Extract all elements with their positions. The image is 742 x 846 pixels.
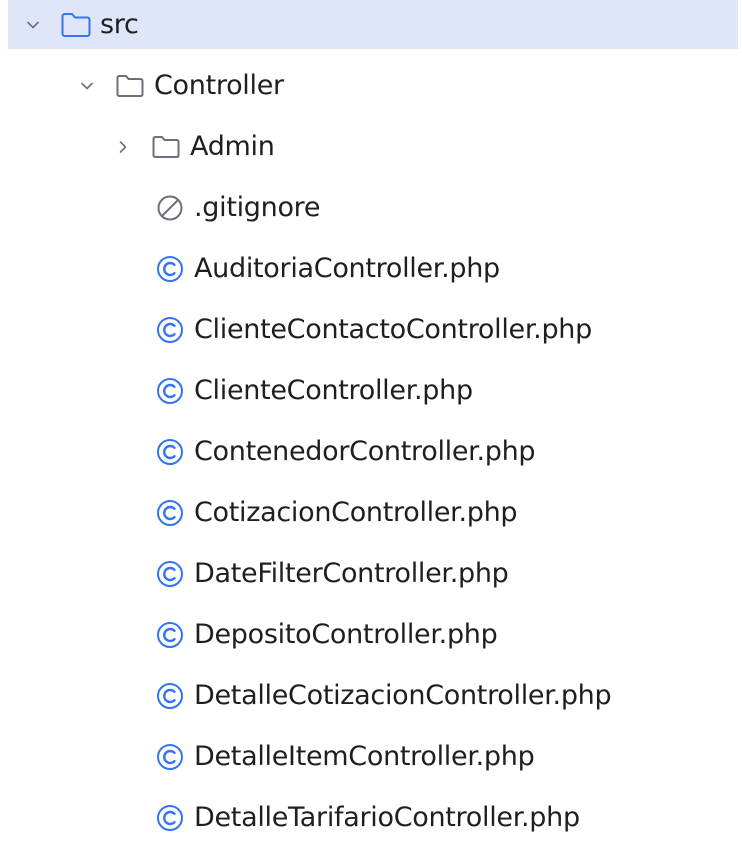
tree-node-admin[interactable]: Admin: [8, 122, 738, 171]
tree-file[interactable]: ClienteContactoController.php: [8, 305, 738, 354]
folder-icon: [114, 70, 146, 102]
tree-file-gitignore[interactable]: .gitignore: [8, 183, 738, 232]
php-class-icon: [154, 253, 186, 285]
tree-node-label: Controller: [154, 69, 284, 101]
tree-file[interactable]: ClienteController.php: [8, 366, 738, 415]
tree-file-label: DetalleCotizacionController.php: [194, 679, 612, 711]
tree-file-label: ClienteContactoController.php: [194, 313, 592, 345]
php-class-icon: [154, 497, 186, 529]
project-tree: src Controller Admin .gitignore Auditori…: [0, 0, 742, 846]
tree-node-label: Admin: [190, 130, 275, 162]
php-class-icon: [154, 436, 186, 468]
ignored-file-icon: [154, 192, 186, 224]
tree-file[interactable]: DetalleItemController.php: [8, 732, 738, 781]
php-class-icon: [154, 558, 186, 590]
tree-node-label: src: [100, 8, 139, 40]
tree-file[interactable]: ContenedorController.php: [8, 427, 738, 476]
tree-file-label: DetalleTarifarioController.php: [194, 801, 580, 833]
chevron-down-icon[interactable]: [78, 77, 96, 95]
tree-file[interactable]: DetalleCotizacionController.php: [8, 671, 738, 720]
tree-file-label: AuditoriaController.php: [194, 252, 500, 284]
folder-icon: [150, 131, 182, 163]
chevron-down-icon[interactable]: [24, 16, 42, 34]
tree-file-label: ContenedorController.php: [194, 435, 536, 467]
php-class-icon: [154, 375, 186, 407]
tree-file-label: ClienteController.php: [194, 374, 473, 406]
php-class-icon: [154, 680, 186, 712]
tree-file-label: DetalleItemController.php: [194, 740, 535, 772]
chevron-right-icon[interactable]: [114, 138, 132, 156]
tree-file-label: DateFilterController.php: [194, 557, 509, 589]
php-class-icon: [154, 741, 186, 773]
tree-file-label: .gitignore: [194, 191, 321, 223]
folder-icon: [60, 9, 92, 41]
php-class-icon: [154, 619, 186, 651]
tree-file[interactable]: DepositoController.php: [8, 610, 738, 659]
tree-file-label: DepositoController.php: [194, 618, 498, 650]
tree-file[interactable]: DateFilterController.php: [8, 549, 738, 598]
tree-file[interactable]: DetalleTarifarioController.php: [8, 793, 738, 842]
tree-file[interactable]: AuditoriaController.php: [8, 244, 738, 293]
tree-node-src[interactable]: src: [8, 0, 738, 49]
tree-node-controller[interactable]: Controller: [8, 61, 738, 110]
tree-file[interactable]: CotizacionController.php: [8, 488, 738, 537]
php-class-icon: [154, 314, 186, 346]
php-class-icon: [154, 802, 186, 834]
tree-file-label: CotizacionController.php: [194, 496, 518, 528]
